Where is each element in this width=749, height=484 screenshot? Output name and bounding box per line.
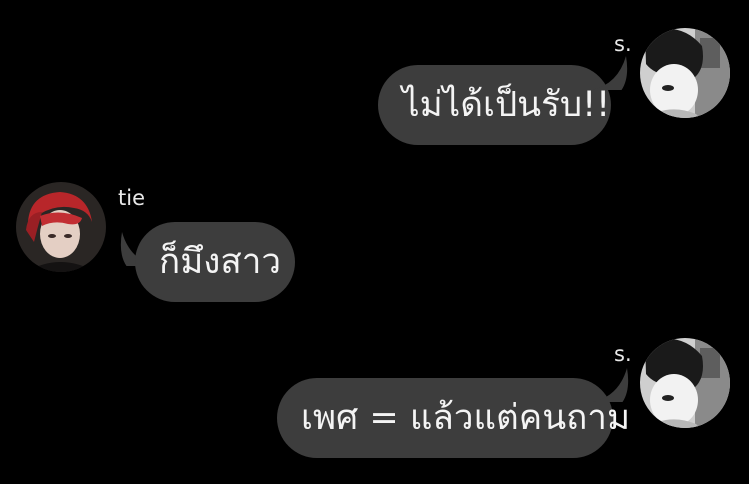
avatar-s[interactable] [640,338,730,428]
message-text-1: ไม่ได้เป็นรับ!! [402,85,611,125]
bubble-tail-right-1 [592,56,628,90]
message-bubble-3[interactable]: เพศ = แล้วแต่คนถาม [277,378,630,458]
message-bubble-1[interactable]: ไม่ได้เป็นรับ!! [378,65,611,145]
user-portrait-icon [640,28,730,118]
bubble-tail-right-3 [593,368,629,402]
user-portrait-icon [16,182,106,272]
avatar-s[interactable] [640,28,730,118]
message-text-3: เพศ = แล้วแต่คนถาม [301,398,631,438]
avatar-tie[interactable] [16,182,106,272]
message-text-2: ก็มึงสาว [159,242,282,282]
sender-name-tie[interactable]: tie [118,186,145,210]
user-portrait-icon [640,338,730,428]
message-bubble-2[interactable]: ก็มึงสาว [135,222,295,302]
